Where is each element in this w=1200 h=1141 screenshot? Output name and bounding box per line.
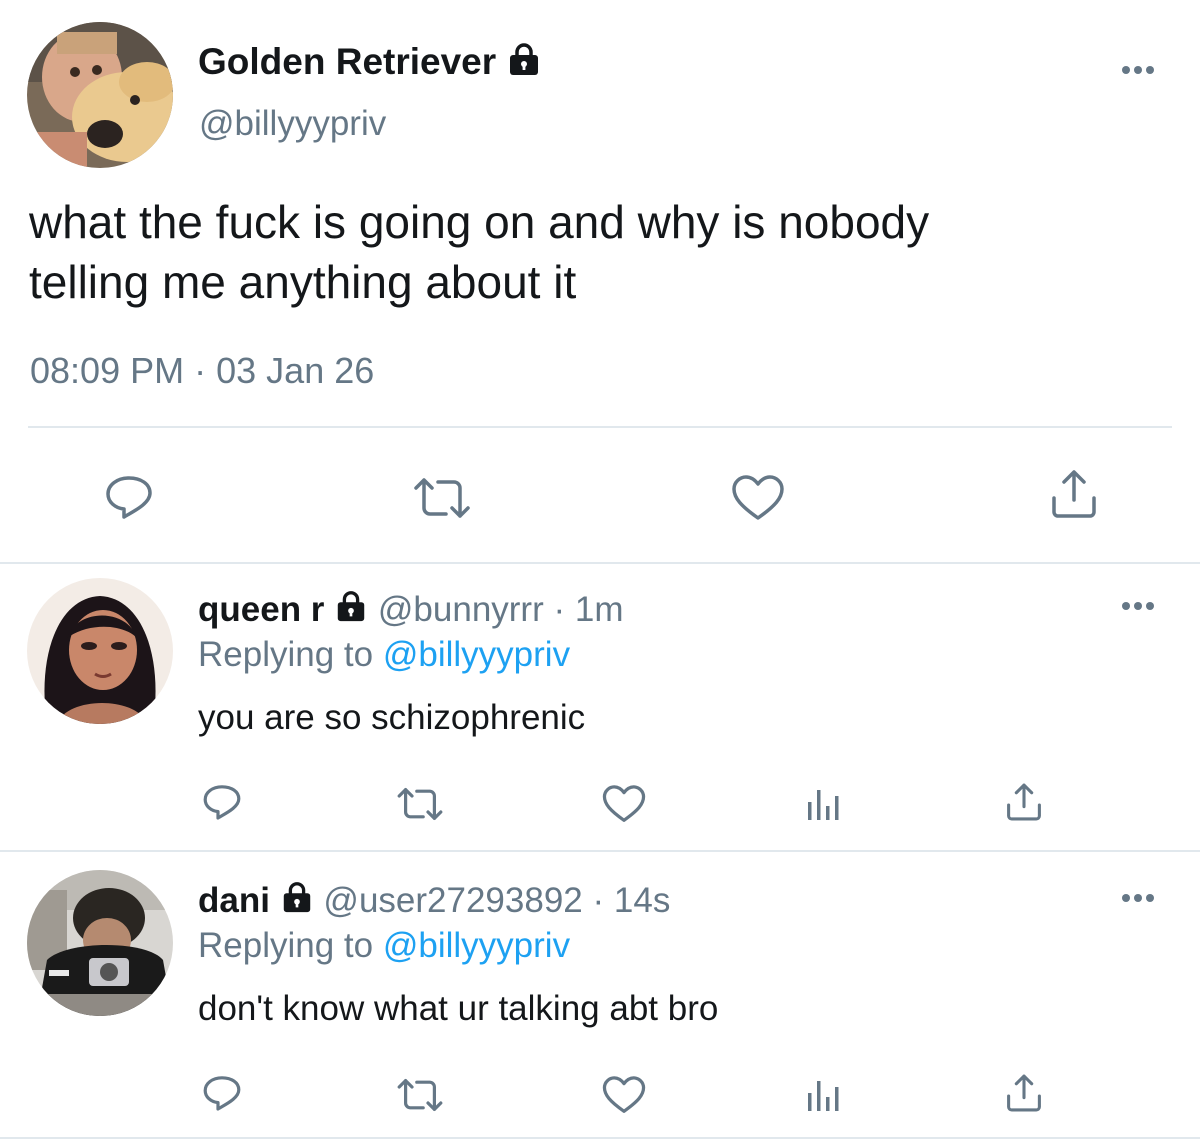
reply-handle[interactable]: @bunnyrrr xyxy=(378,590,544,629)
replying-to-link[interactable]: @billyyypriv xyxy=(383,926,570,965)
retweet-icon xyxy=(397,1079,443,1111)
analytics-button[interactable] xyxy=(804,784,844,824)
main-tweet-divider xyxy=(28,426,1172,428)
more-options-icon[interactable] xyxy=(1118,62,1158,82)
like-icon xyxy=(602,1076,646,1113)
dog-selfie-avatar-icon xyxy=(27,22,173,168)
reply-button[interactable] xyxy=(202,1073,242,1113)
reply-header: queen r @bunnyrrr · 1m xyxy=(198,588,624,634)
meta-separator: · xyxy=(194,350,207,391)
mirror-selfie-avatar-icon xyxy=(27,870,173,1016)
analytics-icon xyxy=(808,1081,839,1111)
retweet-icon xyxy=(414,478,470,518)
share-button[interactable] xyxy=(1004,1073,1044,1113)
retweet-button[interactable] xyxy=(396,1077,444,1113)
more-options-icon[interactable] xyxy=(1118,598,1158,618)
reply-button[interactable] xyxy=(202,782,242,822)
more-options-icon[interactable] xyxy=(1118,890,1158,910)
main-tweet-display-name[interactable]: Golden Retriever xyxy=(198,40,542,87)
reply-avatar[interactable] xyxy=(27,578,173,724)
share-icon xyxy=(1052,470,1096,518)
reply-icon xyxy=(203,1076,241,1111)
analytics-button[interactable] xyxy=(804,1075,844,1115)
tweet-text-line: what the fuck is going on and why is nob… xyxy=(29,196,930,248)
reply-text: you are so schizophrenic xyxy=(198,698,586,737)
analytics-icon xyxy=(808,790,839,820)
lock-icon xyxy=(280,880,314,925)
reply-text: don't know what ur talking abt bro xyxy=(198,989,719,1028)
main-tweet-timestamp[interactable]: 08:09 PM · 03 Jan 26 xyxy=(30,349,374,393)
meta-separator: · xyxy=(592,881,605,920)
replying-to-prefix: Replying to xyxy=(198,635,374,674)
replying-to-line: Replying to @billyyypriv xyxy=(198,633,570,677)
tweet-time: 08:09 PM xyxy=(30,350,185,391)
reply-button[interactable] xyxy=(104,472,154,522)
tweet-date: 03 Jan 26 xyxy=(216,350,375,391)
share-button[interactable] xyxy=(1048,468,1100,520)
replying-to-line: Replying to @billyyypriv xyxy=(198,924,570,968)
display-name-text: Golden Retriever xyxy=(198,41,497,82)
like-icon xyxy=(602,785,646,822)
reply-time-ago: 1m xyxy=(574,590,624,629)
share-button[interactable] xyxy=(1004,782,1044,822)
reply-handle[interactable]: @user27293892 xyxy=(323,881,582,920)
like-button[interactable] xyxy=(602,784,646,824)
like-button[interactable] xyxy=(731,474,785,522)
main-tweet-avatar[interactable] xyxy=(27,22,173,168)
section-divider xyxy=(0,850,1200,852)
share-icon xyxy=(1007,1074,1041,1112)
like-button[interactable] xyxy=(602,1075,646,1115)
section-divider xyxy=(0,562,1200,564)
reply-icon xyxy=(203,785,241,820)
lock-icon xyxy=(334,589,368,634)
reply-display-name[interactable]: dani xyxy=(198,881,270,920)
section-divider xyxy=(0,1137,1200,1139)
retweet-button[interactable] xyxy=(412,476,472,520)
meta-separator: · xyxy=(553,590,566,629)
reply-icon xyxy=(106,476,152,519)
replying-to-prefix: Replying to xyxy=(198,926,374,965)
replying-to-link[interactable]: @billyyypriv xyxy=(383,635,570,674)
retweet-button[interactable] xyxy=(396,786,444,822)
like-icon xyxy=(732,475,784,520)
anime-girl-avatar-icon xyxy=(27,578,173,724)
main-tweet-text: what the fuck is going on and why is nob… xyxy=(29,192,929,312)
lock-icon xyxy=(506,41,542,87)
reply-avatar[interactable] xyxy=(27,870,173,1016)
reply-header: dani @user27293892 · 14s xyxy=(198,879,670,925)
reply-display-name[interactable]: queen r xyxy=(198,590,324,629)
reply-time-ago: 14s xyxy=(613,881,671,920)
tweet-text-line: telling me anything about it xyxy=(29,256,577,308)
share-icon xyxy=(1007,783,1041,821)
retweet-icon xyxy=(397,788,443,820)
main-tweet-handle[interactable]: @billyyypriv xyxy=(199,102,386,146)
